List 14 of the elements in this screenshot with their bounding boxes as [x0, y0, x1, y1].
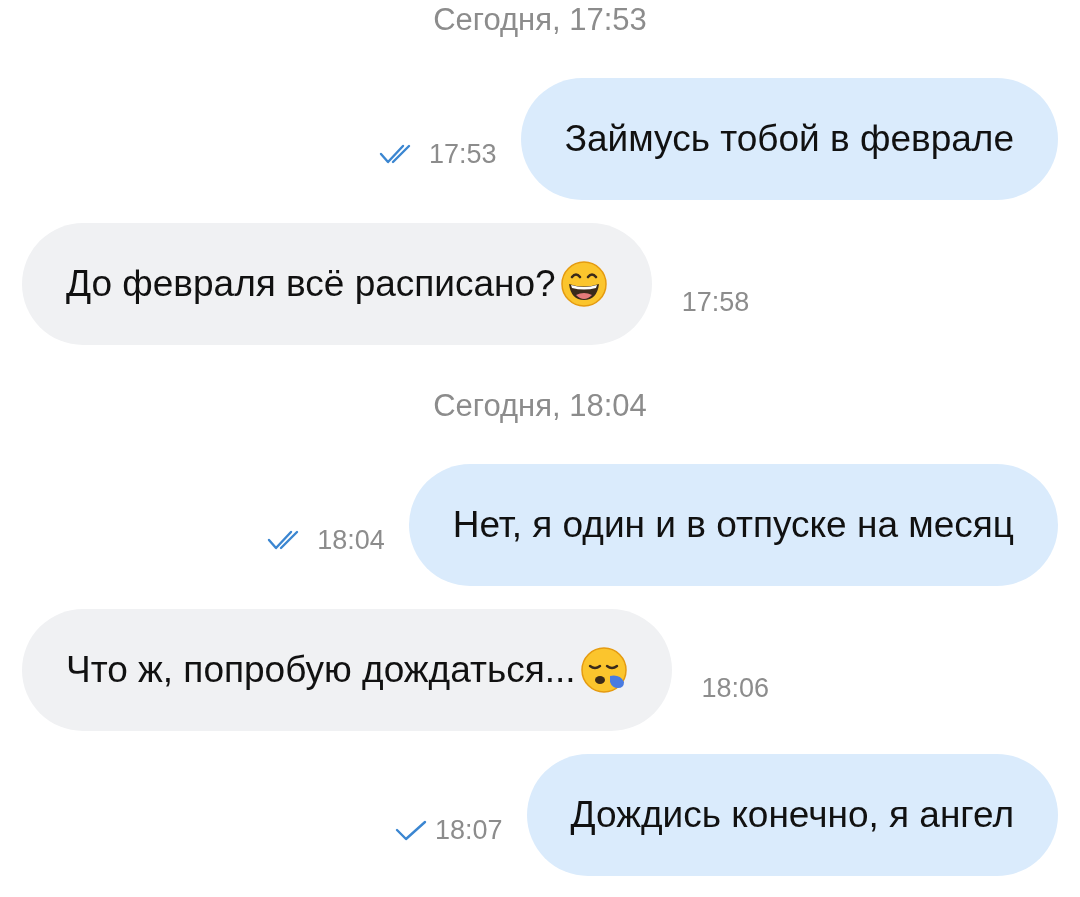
- message-bubble: Нет, я один и в отпуске на месяц: [408, 464, 1058, 586]
- grinning-face-icon: [559, 260, 608, 308]
- message-text: До февраля всё расписано?: [66, 263, 556, 305]
- message-time: 17:53: [429, 138, 497, 170]
- sleepy-face-icon: [579, 646, 628, 694]
- date-separator: Сегодня, 18:04: [433, 388, 647, 424]
- message-text: Что ж, попробую дождаться...: [66, 649, 576, 691]
- message-bubble: Займусь тобой в феврале: [520, 78, 1058, 200]
- message-time: 18:06: [701, 672, 770, 704]
- message-time: 17:58: [681, 286, 750, 318]
- message-bubble: Дождись конечно, я ангел: [526, 754, 1058, 876]
- date-separator: Сегодня, 17:53: [433, 2, 647, 38]
- message-time: 18:04: [317, 524, 385, 556]
- message-time: 18:07: [434, 814, 503, 846]
